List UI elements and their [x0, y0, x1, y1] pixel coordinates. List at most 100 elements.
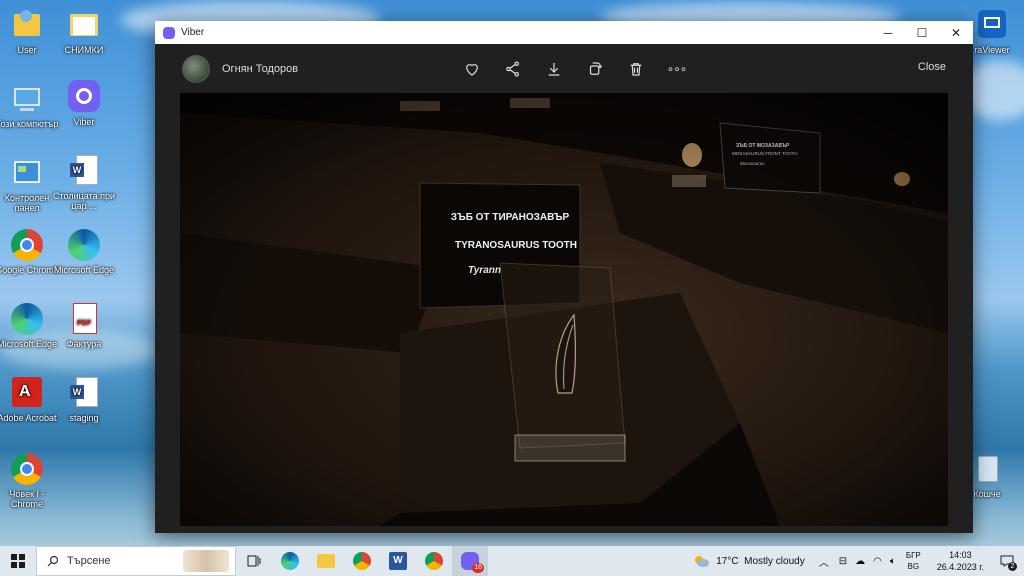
media-viewer-toolbar: Огнян Тодоров ∘∘∘ Close [155, 44, 973, 93]
viber-icon [67, 80, 101, 114]
desktop-icon-this-pc[interactable]: Този компютър [0, 82, 59, 129]
clock-date: 26.4.2023 г. [936, 562, 984, 572]
desktop-icon-edge-2[interactable]: Microsoft Edge [0, 302, 59, 349]
download-button[interactable] [533, 54, 574, 84]
like-button[interactable] [451, 54, 492, 84]
desktop-icon-label: Столицата при цар ... [52, 191, 115, 212]
desktop-icon-label: Microsoft Edge [0, 339, 58, 349]
desktop-icon-edge-1[interactable]: Microsoft Edge [52, 228, 116, 275]
recycle-bin-icon [970, 452, 1004, 486]
desktop-icon-label: Човек I - Chrome [9, 489, 45, 510]
desktop-icon-acrobat[interactable]: A Adobe Acrobat [0, 376, 59, 423]
user-folder-icon [10, 8, 44, 42]
desktop-icon-viber[interactable]: Viber [52, 80, 116, 127]
chrome-icon [425, 552, 443, 570]
desktop-icon-invoice-pdf[interactable]: PDF Фактура [52, 302, 116, 349]
delete-button[interactable] [615, 54, 656, 84]
viber-window: Viber ─ ☐ ✕ Огнян Тодоров ∘∘∘ Close [155, 21, 973, 533]
wifi-icon[interactable]: ◠ [873, 556, 882, 567]
rotate-icon [589, 61, 602, 75]
volume-icon[interactable]: 🔈︎ [890, 556, 896, 567]
desktop-icon-label: Фактура [66, 339, 102, 349]
desktop-icon-control-panel[interactable]: Контролен панел [0, 156, 59, 214]
taskbar-word[interactable]: W [380, 546, 416, 576]
show-hidden-icons[interactable]: ︿ [819, 554, 829, 569]
photo-scene: ЗЪБ ОТ МОЗАЗАВЪР MOSASAURUS FRONT TOOTH … [180, 93, 948, 526]
cloud-sun-icon [695, 556, 710, 567]
task-view-button[interactable] [236, 546, 272, 576]
word-doc-icon: W [67, 376, 101, 410]
more-options-button[interactable]: ∘∘∘ [656, 54, 697, 84]
trash-icon [630, 62, 641, 76]
computer-icon [10, 82, 44, 116]
taskbar-search[interactable]: Търсене [36, 546, 236, 576]
network-drive-icon[interactable]: ⊟ [839, 556, 847, 567]
taskbar-file-explorer[interactable] [308, 546, 344, 576]
viewer-tools: ∘∘∘ [451, 44, 697, 93]
edge-icon [281, 552, 299, 570]
rotate-button[interactable] [574, 54, 615, 84]
cloud-icon[interactable]: ☁ [855, 556, 865, 567]
viber-logo-icon [163, 26, 175, 39]
folder-icon [317, 554, 335, 568]
language-indicator[interactable]: БГР BG [906, 550, 921, 572]
avatar[interactable] [182, 54, 210, 83]
clock[interactable]: 14:03 26.4.2023 г. [931, 549, 990, 573]
notification-count: 2 [1008, 562, 1017, 571]
desktop-icon-chrome-profile[interactable]: Човек I - Chrome [0, 452, 59, 510]
desktop-icon-snimki[interactable]: СНИМКИ [52, 8, 116, 55]
desktop-icon-label: Viber [73, 117, 95, 127]
edge-icon [10, 302, 44, 336]
search-highlight-icon [183, 550, 229, 572]
desktop-icon-label: Кошче [973, 489, 1001, 499]
chrome-icon [353, 552, 371, 570]
edge-icon [67, 228, 101, 262]
taskbar-edge[interactable] [272, 546, 308, 576]
word-icon: W [389, 552, 407, 570]
weather-widget[interactable]: 17°C Mostly cloudy [692, 554, 805, 568]
taskbar-chrome[interactable] [344, 546, 380, 576]
task-view-icon [247, 555, 261, 567]
word-doc-icon: W [67, 154, 101, 188]
taskbar-chrome-profile[interactable] [416, 546, 452, 576]
share-button[interactable] [492, 54, 533, 84]
start-button[interactable] [0, 546, 36, 576]
close-viewer-button[interactable]: Close [918, 61, 946, 73]
photo: ЗЪБ ОТ МОЗАЗАВЪР MOSASAURUS FRONT TOOTH … [180, 93, 948, 526]
desktop-icon-chrome[interactable]: Google Chrome [0, 228, 59, 275]
desktop-icon-label: Adobe Acrobat [0, 413, 57, 423]
sender-name: Огнян Тодоров [222, 62, 299, 75]
notification-center-button[interactable]: 2 [990, 546, 1024, 576]
maximize-button[interactable]: ☐ [905, 21, 939, 44]
minimize-button[interactable]: ─ [871, 21, 905, 44]
control-panel-icon [10, 156, 44, 190]
desktop-icon-label: Google Chrome [0, 265, 59, 275]
search-icon [47, 555, 59, 567]
window-title: Viber [181, 27, 205, 38]
more-icon: ∘∘∘ [666, 61, 688, 76]
weather-text: 17°C Mostly cloudy [716, 555, 805, 567]
share-icon [505, 60, 519, 76]
desktop-icon-user[interactable]: User [0, 8, 59, 55]
close-window-button[interactable]: ✕ [939, 21, 973, 44]
acrobat-icon: A [10, 376, 44, 410]
desktop-icon-label: Microsoft Edge [53, 265, 115, 275]
language-code: БГР [905, 551, 921, 560]
download-icon [548, 62, 559, 76]
desktop-icon-label: raViewer [974, 45, 1010, 55]
desktop-icon-staging[interactable]: W staging [52, 376, 116, 423]
taskbar: Търсене W 16 17°C Mostly cloudy ︿ ⊟ ☁ ◠ … [0, 546, 1024, 576]
viber-unread-badge: 16 [472, 563, 484, 573]
pdf-icon: PDF [67, 302, 101, 336]
window-titlebar[interactable]: Viber ─ ☐ ✕ [155, 21, 973, 44]
system-tray: 17°C Mostly cloudy ︿ ⊟ ☁ ◠ 🔈︎ БГР BG 14:… [692, 546, 1024, 576]
clock-time: 14:03 [949, 550, 972, 560]
chrome-icon [10, 228, 44, 262]
desktop-icon-word-doc[interactable]: W Столицата при цар ... [52, 154, 116, 212]
desktop-icon-label: staging [69, 413, 99, 423]
chrome-icon [10, 452, 44, 486]
taskbar-viber[interactable]: 16 [452, 546, 488, 576]
desktop-icon-label: User [17, 45, 37, 55]
desktop-icon-label: СНИМКИ [64, 45, 104, 55]
desktop-icon-label: Този компютър [0, 119, 59, 129]
